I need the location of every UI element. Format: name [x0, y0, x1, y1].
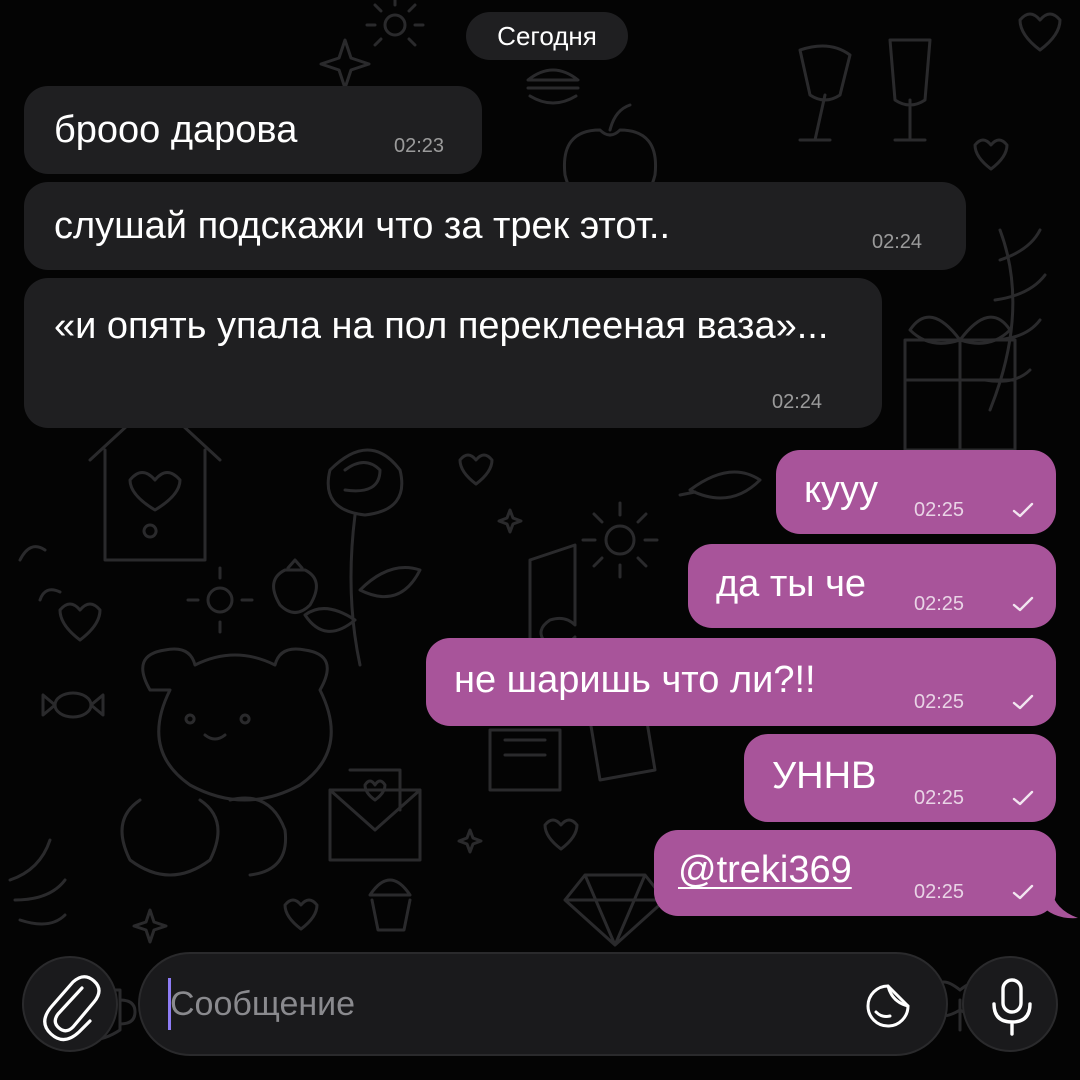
- sticker-icon[interactable]: [860, 978, 916, 1034]
- message-text: УННВ: [772, 755, 877, 797]
- message-outgoing[interactable]: не шаришь что ли?!! 02:25: [426, 638, 1056, 726]
- message-text: кууу: [804, 469, 879, 511]
- message-outgoing[interactable]: да ты че 02:25: [688, 544, 1056, 628]
- voice-record-button[interactable]: [962, 956, 1058, 1052]
- chat-screen: Сегодня брооо дарова 02:23 слушай подска…: [0, 0, 1080, 1080]
- message-incoming[interactable]: брооо дарова 02:23: [24, 86, 482, 174]
- bubble-tail: [1040, 880, 1078, 919]
- message-outgoing[interactable]: УННВ 02:25: [744, 734, 1056, 822]
- sent-check-icon: [1012, 596, 1034, 612]
- sent-check-icon: [1012, 502, 1034, 518]
- message-outgoing[interactable]: кууу 02:25: [776, 450, 1056, 534]
- message-text: слушай подскажи что за трек этот..: [54, 205, 670, 247]
- sent-check-icon: [1012, 884, 1034, 900]
- sent-check-icon: [1012, 694, 1034, 710]
- message-composer: [138, 952, 948, 1056]
- message-time: 02:23: [394, 135, 445, 157]
- microphone-icon: [992, 978, 1032, 1036]
- message-time: 02:25: [914, 593, 965, 615]
- message-outgoing[interactable]: @treki369 02:25: [654, 830, 1056, 916]
- paperclip-icon: [43, 975, 101, 1042]
- attach-button[interactable]: [22, 956, 118, 1052]
- message-text: не шаришь что ли?!!: [454, 659, 816, 701]
- message-incoming[interactable]: «и опять упала на пол переклееная ваза».…: [24, 278, 882, 428]
- message-incoming[interactable]: слушай подскажи что за трек этот.. 02:24: [24, 182, 966, 270]
- message-text: брооо дарова: [54, 109, 298, 151]
- message-text: «и опять упала на пол переклееная ваза».…: [54, 305, 829, 347]
- message-time: 02:25: [914, 691, 965, 713]
- message-time: 02:25: [914, 787, 965, 809]
- message-input[interactable]: [170, 976, 850, 1032]
- message-text: да ты че: [716, 563, 867, 605]
- mention-link[interactable]: @treki369: [678, 846, 852, 894]
- message-time: 02:25: [914, 881, 965, 903]
- message-time: 02:25: [914, 499, 965, 521]
- message-time: 02:24: [872, 231, 923, 253]
- message-time: 02:24: [772, 391, 823, 413]
- date-separator: Сегодня: [466, 12, 628, 60]
- sent-check-icon: [1012, 790, 1034, 806]
